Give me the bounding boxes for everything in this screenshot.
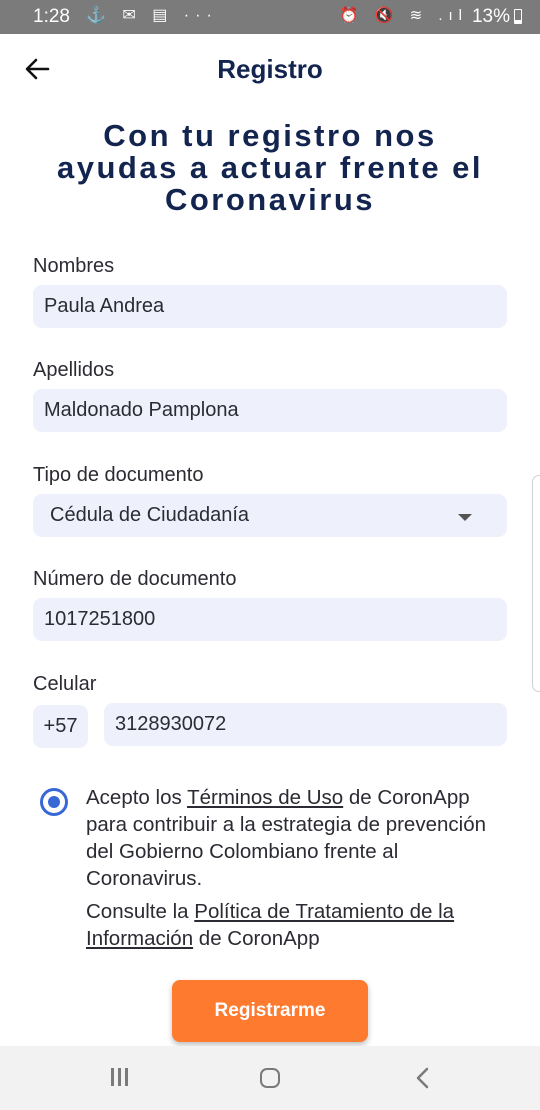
battery-icon: [514, 9, 522, 24]
nombres-input[interactable]: Paula Andrea: [33, 285, 507, 328]
status-bar: 1:28 ⚓ ✉ ▤ ··· ⏰ 🔇 ≋ .ıl 13%: [0, 0, 540, 34]
terms-text-1: Acepto los: [86, 786, 188, 809]
tipo-documento-label: Tipo de documento: [33, 464, 204, 486]
scrollbar[interactable]: [532, 475, 540, 692]
apellidos-input[interactable]: Maldonado Pamplona: [33, 389, 507, 432]
numero-documento-input[interactable]: 1017251800: [33, 598, 507, 641]
navigation-bar: [0, 1046, 540, 1110]
country-code[interactable]: +57: [33, 705, 88, 748]
chevron-down-icon: [458, 514, 472, 521]
tipo-documento-value: Cédula de Ciudadanía: [50, 504, 250, 526]
notification-icons: ⚓ ✉ ▤ ···: [86, 7, 218, 24]
apellidos-label: Apellidos: [33, 359, 115, 381]
celular-label: Celular: [33, 673, 97, 695]
policy-text-2: de CoronApp: [193, 927, 320, 950]
numero-documento-label: Número de documento: [33, 568, 237, 590]
policy-paragraph: Consulte la Política de Tratamiento de l…: [86, 898, 516, 952]
home-icon[interactable]: [260, 1068, 280, 1088]
tipo-documento-select[interactable]: Cédula de Ciudadanía: [33, 494, 507, 537]
page-title: Registro: [217, 54, 323, 84]
terms-text: Acepto los Términos de Uso de CoronApp p…: [86, 784, 516, 952]
terms-paragraph: Acepto los Términos de Uso de CoronApp p…: [86, 784, 516, 892]
status-time: 1:28: [33, 6, 70, 27]
headline: Con tu registro nos ayudas a actuar fren…: [56, 118, 484, 217]
terms-of-use-link[interactable]: Términos de Uso: [187, 786, 343, 809]
celular-input[interactable]: 3128930072: [104, 703, 507, 746]
radio-selected-dot: [48, 796, 60, 808]
policy-text-1: Consulte la: [86, 900, 195, 923]
battery-level: 13%: [471, 6, 510, 27]
register-button[interactable]: Registrarme: [172, 980, 368, 1042]
back-nav-icon[interactable]: [412, 1066, 434, 1090]
recents-icon[interactable]: [111, 1068, 129, 1088]
nombres-label: Nombres: [33, 255, 115, 277]
system-icons: ⏰ 🔇 ≋ .ıl: [339, 7, 468, 24]
terms-radio[interactable]: [40, 788, 68, 816]
